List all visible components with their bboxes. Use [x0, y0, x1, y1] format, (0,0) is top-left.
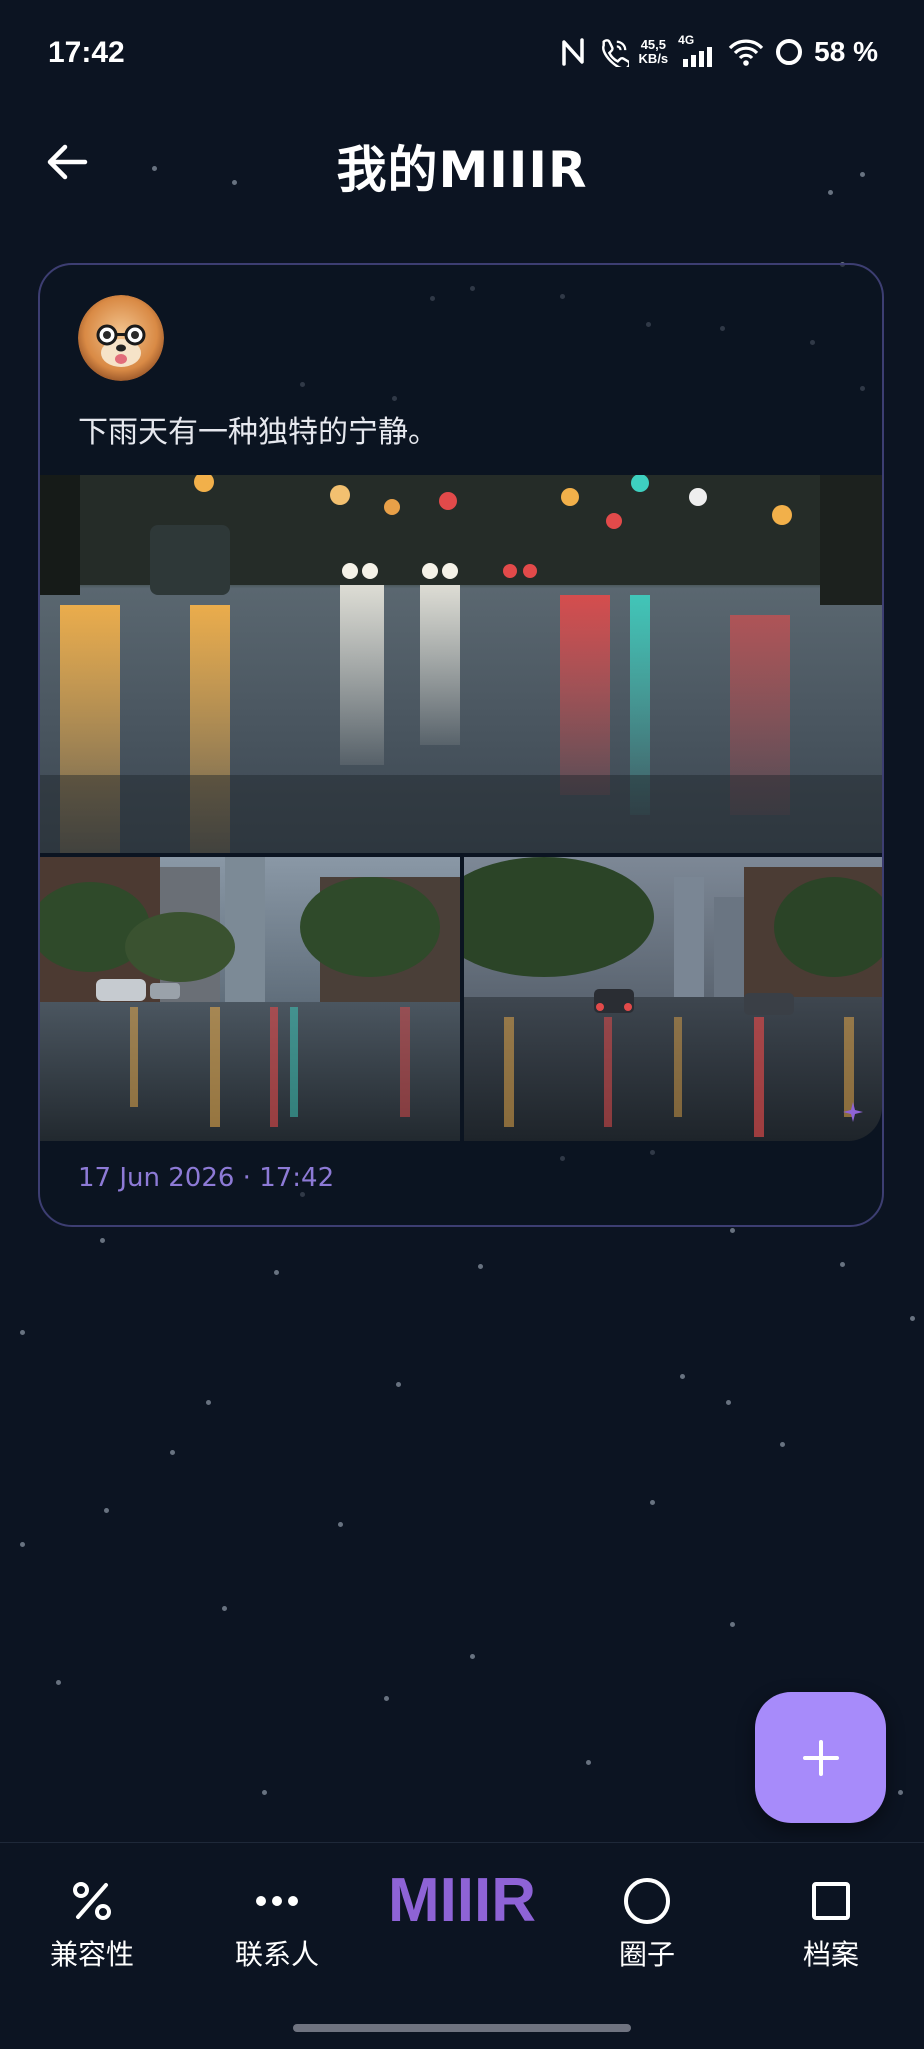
percent-icon [70, 1873, 114, 1929]
nav-label-circles: 圈子 [618, 1938, 675, 1971]
nav-label-profile: 档案 [802, 1938, 859, 1971]
nav-item-circles[interactable]: 圈子 [572, 1873, 722, 1973]
square-icon [811, 1873, 851, 1929]
battery-percent: 58 % [814, 36, 878, 67]
post-image-city-rain-left[interactable] [40, 857, 460, 1141]
nav-label-compatibility: 兼容性 [49, 1938, 134, 1971]
bottom-navigation: 兼容性 联系人 MIIIR 圈子 档案 [0, 1842, 924, 2049]
nav-item-profile[interactable]: 档案 [756, 1873, 906, 1973]
home-indicator[interactable] [293, 2024, 631, 2032]
nav-item-home-logo[interactable]: MIIIR [362, 1865, 562, 1936]
wifi-icon [728, 37, 764, 67]
more-dots-icon [255, 1873, 299, 1929]
post-media-grid [40, 475, 882, 1141]
post-image-rain-street-closeup[interactable] [40, 475, 882, 853]
cellular-signal-icon: 4G [678, 33, 718, 67]
avatar[interactable] [78, 295, 164, 381]
post-text: 下雨天有一种独特的宁静。 [78, 415, 438, 450]
post-timestamp: 17 Jun 2026 · 17:42 [78, 1163, 335, 1193]
plus-icon [802, 1739, 839, 1776]
battery-ring-icon [774, 37, 804, 67]
status-icons: 45,5 KB/s 4G 58 % [559, 33, 878, 68]
call-icon [599, 37, 629, 67]
nfc-icon [559, 37, 589, 67]
sparkle-icon [842, 1101, 864, 1127]
page-title: 我的MIIIR [336, 141, 588, 199]
add-post-button[interactable] [755, 1692, 886, 1823]
status-time: 17:42 [48, 36, 125, 69]
nav-item-compatibility[interactable]: 兼容性 [17, 1873, 167, 1973]
network-speed: 45,5 KB/s [638, 37, 669, 66]
circle-icon [623, 1873, 671, 1929]
post-card: 下雨天有一种独特的宁静。 17 Jun 2026 · 17:42 [38, 263, 884, 1227]
status-bar: 17:42 45,5 KB/s 4G 58 % [0, 0, 924, 110]
nav-item-contacts[interactable]: 联系人 [202, 1873, 352, 1973]
post-image-city-rain-right[interactable] [464, 857, 882, 1141]
nav-label-contacts: 联系人 [234, 1938, 319, 1971]
